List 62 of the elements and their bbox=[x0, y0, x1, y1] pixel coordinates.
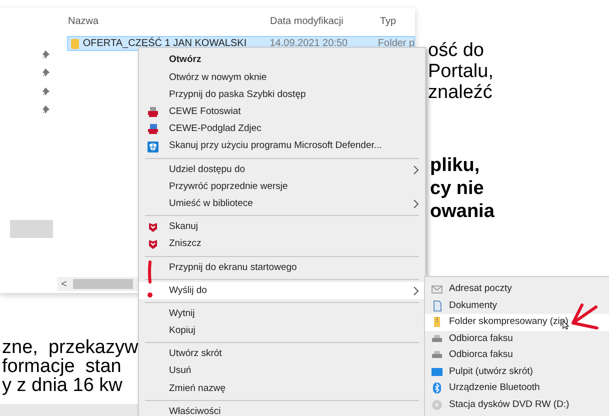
bluetooth-icon bbox=[431, 382, 443, 394]
menu-item[interactable]: Zmień nazwę bbox=[139, 380, 425, 398]
pin-icon[interactable] bbox=[42, 50, 51, 59]
document-text: znaleźć bbox=[428, 82, 494, 103]
envelope-icon bbox=[431, 283, 443, 296]
scroll-thumb[interactable] bbox=[73, 279, 133, 289]
chevron-right-icon bbox=[413, 286, 419, 296]
column-header[interactable]: Data modyfikacji bbox=[270, 14, 380, 29]
menu-item[interactable]: Skanuj bbox=[139, 218, 425, 236]
menu-item[interactable]: Odbiorca faksu bbox=[425, 347, 609, 364]
menu-item[interactable]: Kopiuj bbox=[139, 322, 425, 340]
menu-item[interactable]: CEWE Fotoswiat bbox=[139, 104, 425, 121]
monitor-icon bbox=[431, 366, 443, 378]
menu-item[interactable]: Przywróć poprzednie wersje bbox=[139, 178, 425, 196]
document-icon bbox=[431, 300, 443, 312]
pin-icon[interactable] bbox=[42, 87, 51, 96]
scroll-left-button[interactable]: < bbox=[57, 276, 71, 292]
column-header[interactable]: Nazwa bbox=[68, 14, 270, 29]
menu-item[interactable]: Właściwości bbox=[139, 403, 425, 416]
printer-icon bbox=[431, 332, 443, 345]
menu-item[interactable]: Dokumenty bbox=[425, 298, 609, 314]
menu-item[interactable]: Adresat poczty bbox=[425, 281, 609, 298]
pin-icon[interactable] bbox=[42, 68, 51, 77]
menu-item[interactable]: Wyślij do bbox=[139, 282, 425, 300]
menu-item[interactable]: Utwórz skrót bbox=[139, 346, 425, 363]
document-text: ość do bbox=[428, 40, 485, 61]
menu-item[interactable]: Otwórz bbox=[139, 52, 425, 70]
menu-item[interactable]: Odbiorca faksu bbox=[425, 330, 609, 347]
exclamation-mark-drawing bbox=[146, 260, 154, 300]
document-text: cy nie bbox=[430, 177, 485, 200]
document-text: owania bbox=[430, 200, 494, 223]
folder-icon bbox=[71, 38, 79, 48]
document-text: y z dnia 16 kw bbox=[2, 376, 124, 395]
menu-item[interactable]: Wytnij bbox=[139, 305, 425, 323]
document-text: formacje stan bbox=[2, 357, 122, 376]
pin-icon[interactable] bbox=[42, 105, 51, 114]
column-header[interactable]: Typ bbox=[380, 14, 415, 29]
arrow-drawing bbox=[570, 303, 600, 331]
shield-icon bbox=[147, 140, 159, 153]
chevron-right-icon bbox=[413, 199, 419, 210]
menu-item[interactable]: Umieść w bibliotece bbox=[139, 196, 425, 213]
chevron-right-icon bbox=[413, 164, 419, 175]
menu-item[interactable]: Zniszcz bbox=[139, 236, 425, 254]
menu-item[interactable]: Przypnij do paska Szybki dostęp bbox=[139, 86, 425, 104]
printer-icon bbox=[147, 106, 159, 118]
menu-item[interactable]: Przypnij do ekranu startowego bbox=[139, 259, 425, 276]
menu-item[interactable]: Usuń bbox=[139, 363, 425, 380]
zip-folder-icon bbox=[431, 316, 443, 328]
disc-icon bbox=[431, 398, 443, 411]
document-text: zne, przekazyw bbox=[2, 338, 140, 357]
menu-item[interactable]: Pulpit (utwórz skrót) bbox=[425, 364, 609, 380]
menu-item[interactable]: Stacja dysków DVD RW (D:) bbox=[425, 396, 609, 413]
document-text: Portalu, bbox=[428, 61, 494, 82]
document-text: pliku, bbox=[430, 154, 481, 177]
shield-icon bbox=[147, 221, 159, 234]
menu-item[interactable]: CEWE-Podglad Zdjec bbox=[139, 120, 425, 138]
shield-icon bbox=[147, 238, 159, 250]
menu-item[interactable]: Skanuj przy użyciu programu Microsoft Defender... bbox=[139, 138, 425, 156]
menu-item[interactable]: Otwórz w nowym oknie bbox=[139, 69, 425, 86]
menu-item[interactable]: Udziel dostępu do bbox=[139, 161, 425, 178]
menu-item[interactable]: Urządzenie Bluetooth bbox=[425, 380, 609, 396]
printer-icon bbox=[147, 123, 159, 136]
